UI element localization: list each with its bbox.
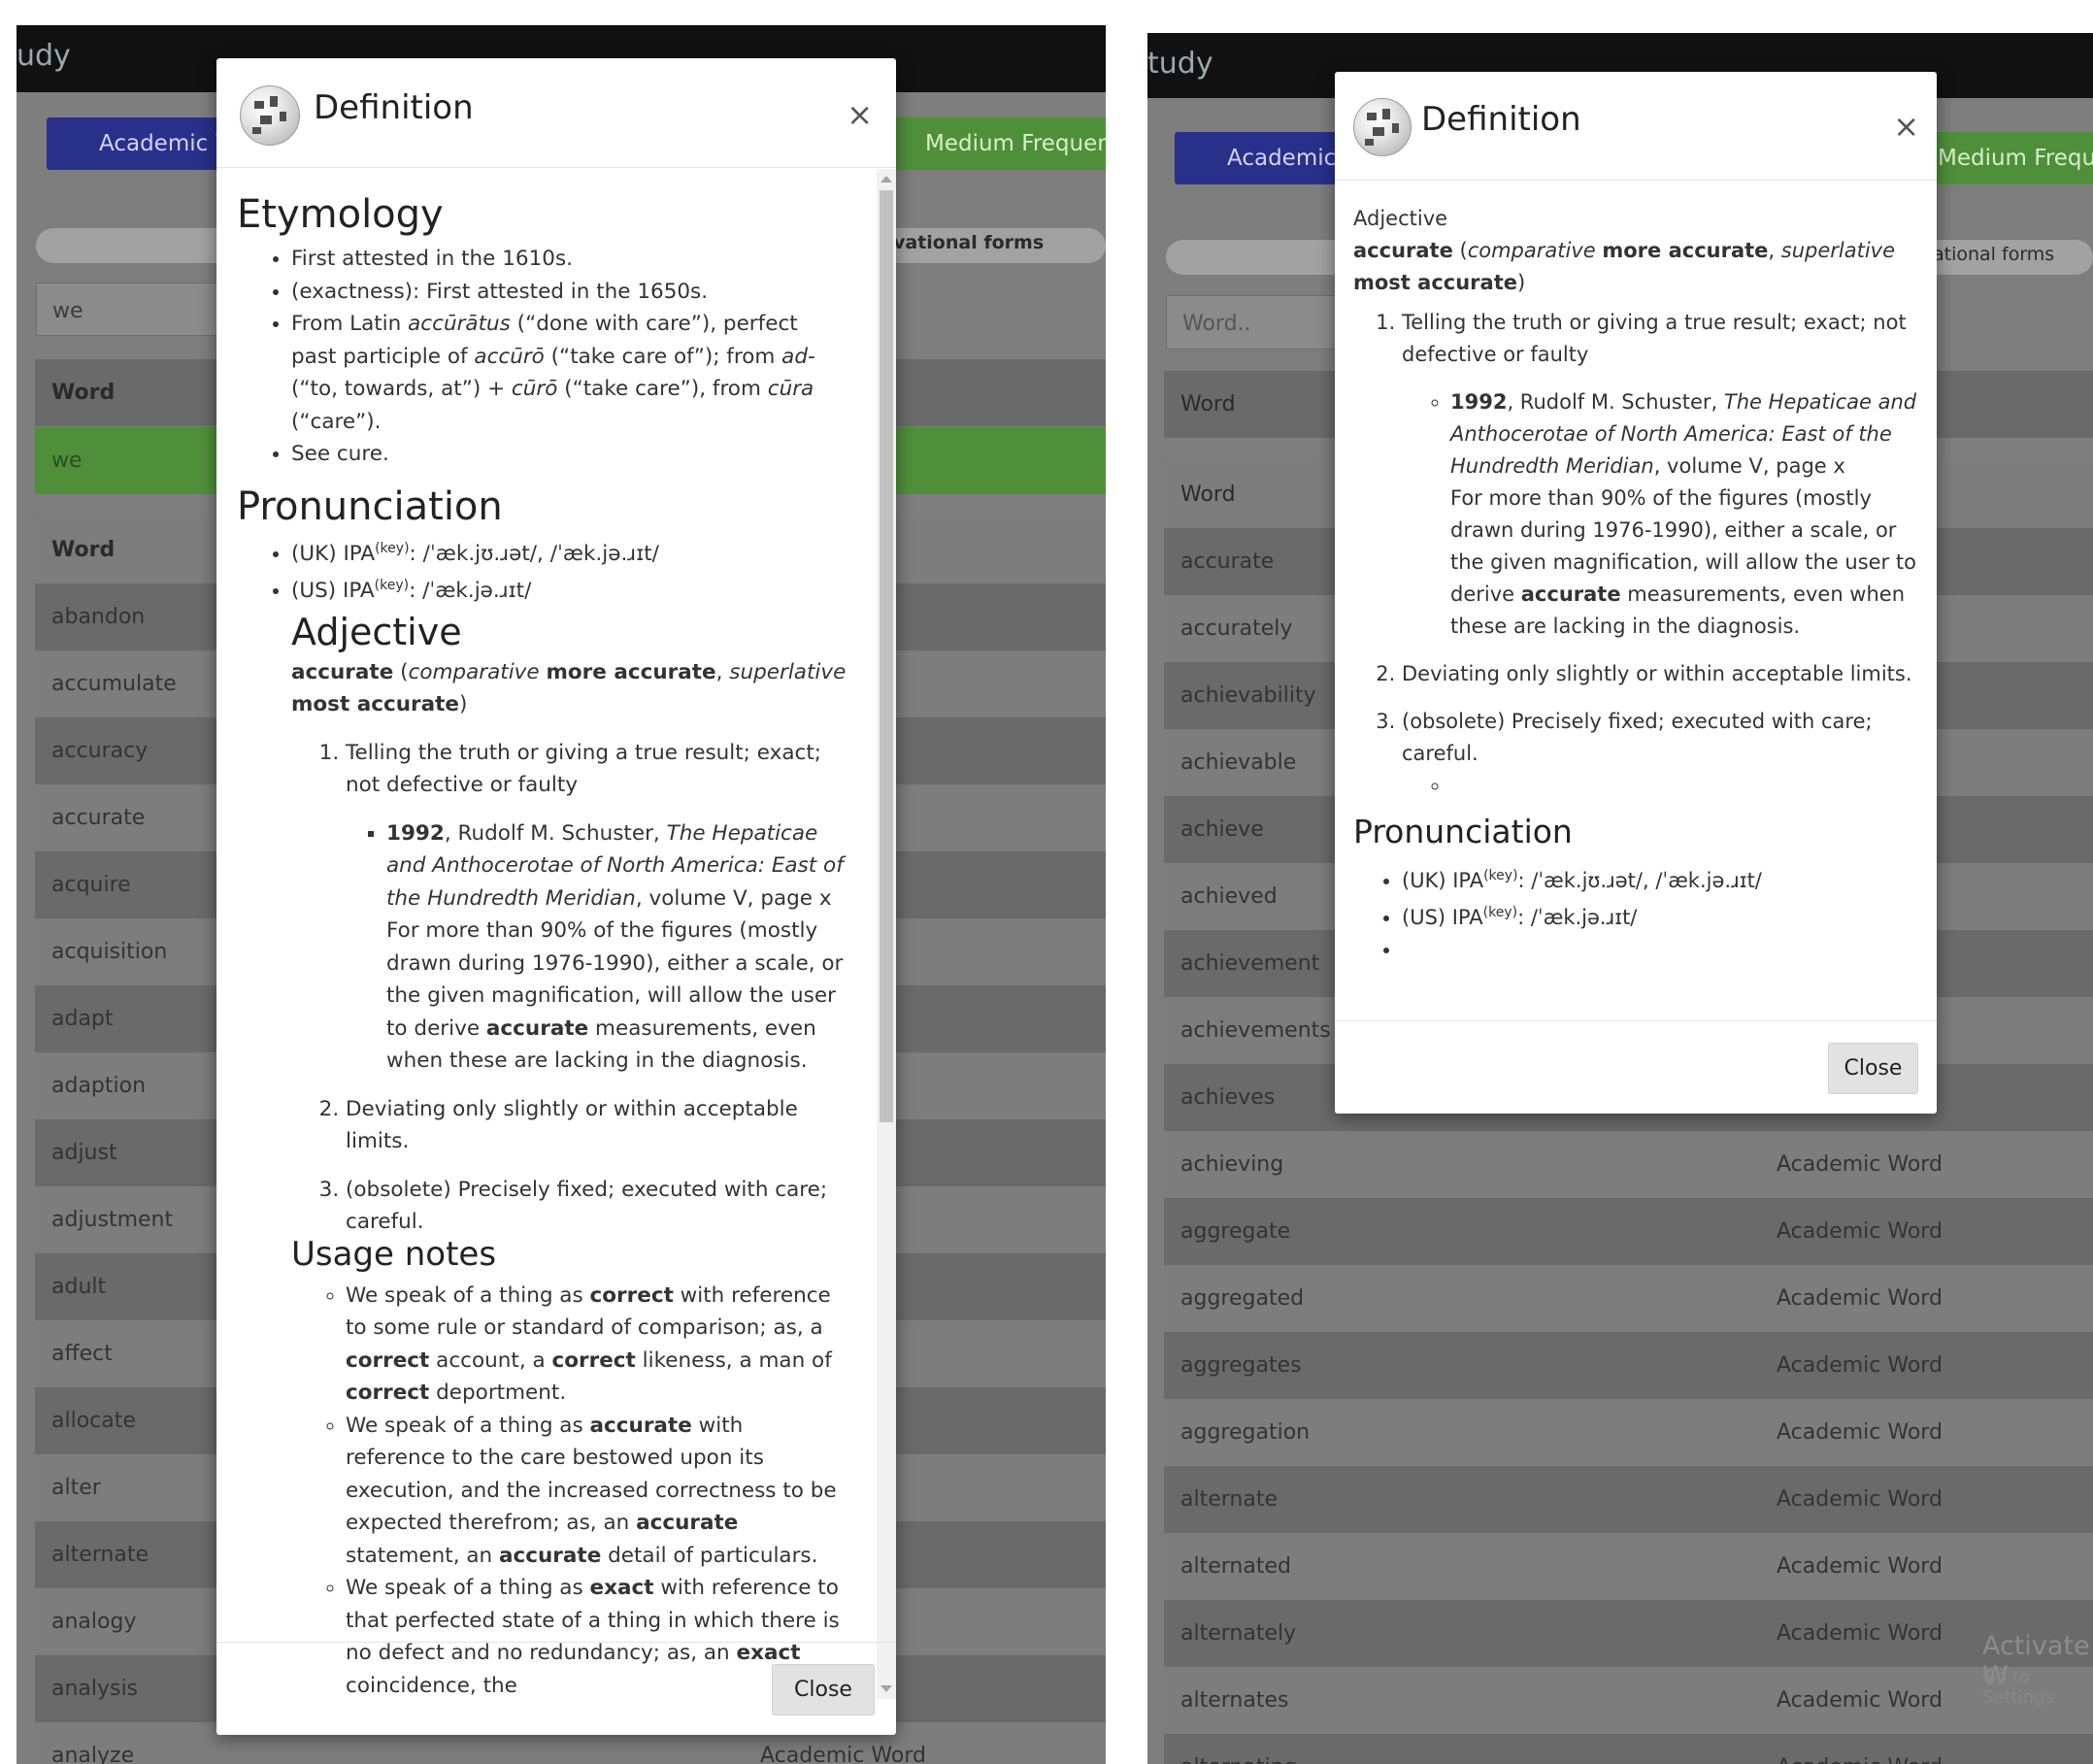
etymology-item: See cure. xyxy=(291,438,847,471)
pronunciation-us: (US) IPA(key): /ˈæk.jə.ɹɪt/ xyxy=(1402,897,1917,934)
modal-footer: Close xyxy=(216,1642,896,1735)
quotation-list: 1992, Rudolf M. Schuster, The Hepaticae … xyxy=(1402,386,1917,643)
pronunciation-uk: (UK) IPA(key): /ˈæk.jʊ.ɹət/, /ˈæk.jə.ɹɪt… xyxy=(1402,860,1917,897)
usage-note: We speak of a thing as accurate with ref… xyxy=(346,1410,847,1573)
close-button[interactable]: Close xyxy=(1828,1043,1918,1094)
inflection-forms: accurate (comparative more accurate, sup… xyxy=(1353,239,1896,294)
definition-modal-right: Definition × Adjective accurate (compara… xyxy=(1335,72,1937,1114)
pronunciation-us: (US) IPA(key): /ˈæk.jə.ɹɪt/ xyxy=(291,570,847,608)
close-icon[interactable]: × xyxy=(847,99,873,130)
adjective-heading: Adjective xyxy=(291,610,462,653)
left-selected-word: we xyxy=(51,449,83,473)
empty-sublist xyxy=(1402,770,1917,802)
sense-item: (obsolete) Precisely fixed; executed wit… xyxy=(1402,706,1917,802)
quotation-list: 1992, Rudolf M. Schuster, The Hepaticae … xyxy=(346,817,847,1078)
right-search-input[interactable]: Word.. xyxy=(1166,295,1341,349)
table-row[interactable]: aggregates Academic Word xyxy=(1164,1332,2093,1399)
table-row[interactable]: alternated Academic Word xyxy=(1164,1533,2093,1600)
right-result-header-label: Word xyxy=(1180,392,1236,416)
table-row[interactable]: alternate Academic Word xyxy=(1164,1466,2093,1533)
modal-body: Etymology First attested in the 1610s. (… xyxy=(216,169,896,1699)
table-row[interactable]: aggregated Academic Word xyxy=(1164,1265,2093,1332)
left-frequency-label: Medium Frequency xyxy=(925,131,1106,156)
left-search-value: we xyxy=(52,299,83,323)
modal-scrollbar[interactable] xyxy=(877,169,896,1699)
quotation-item: 1992, Rudolf M. Schuster, The Hepaticae … xyxy=(386,817,847,1078)
table-row[interactable]: achieving Academic Word xyxy=(1164,1131,2093,1198)
sense-item: Deviating only slightly or within accept… xyxy=(346,1093,847,1158)
ipa-key-link[interactable]: (key) xyxy=(375,578,409,593)
usage-note: We speak of a thing as correct with refe… xyxy=(346,1280,847,1410)
modal-header: Definition × xyxy=(1335,72,1937,181)
usage-notes-heading: Usage notes xyxy=(291,1234,497,1274)
modal-header: Definition × xyxy=(216,58,896,168)
right-derivational-label: ational forms xyxy=(1933,244,2055,265)
ipa-key-link[interactable]: (key) xyxy=(1483,868,1517,883)
left-result-header-label: Word xyxy=(51,381,116,405)
left-frequency-badge[interactable]: Medium Frequency xyxy=(880,117,1106,170)
etymology-heading: Etymology xyxy=(237,192,444,237)
table-row[interactable]: alternatingAcademic Word xyxy=(1164,1734,2093,1764)
etymology-item: First attested in the 1610s. xyxy=(291,243,847,276)
etymology-list: First attested in the 1610s. (exactness)… xyxy=(237,243,847,471)
right-frequency-badge[interactable]: Medium Frequenc xyxy=(1930,132,2093,184)
sense-item: Deviating only slightly or within accept… xyxy=(1402,658,1917,690)
pronunciation-list: (UK) IPA(key): /ˈæk.jʊ.ɹət/, /ˈæk.jə.ɹɪt… xyxy=(1353,860,1917,966)
etymology-item: From Latin accūrātus (“done with care”),… xyxy=(291,308,847,438)
close-icon[interactable]: × xyxy=(1893,111,1919,142)
modal-title: Definition xyxy=(1421,100,1581,139)
quotation-item: 1992, Rudolf M. Schuster, The Hepaticae … xyxy=(1450,386,1917,643)
sense-item: (obsolete) Precisely fixed; executed wit… xyxy=(346,1174,847,1239)
modal-title: Definition xyxy=(314,88,474,127)
empty-list-item xyxy=(1450,770,1917,802)
pronunciation-uk: (UK) IPA(key): /ˈæk.jʊ.ɹət/, /ˈæk.jə.ɹɪt… xyxy=(291,533,847,571)
sense-list: Telling the truth or giving a true resul… xyxy=(237,737,847,1239)
table-row[interactable]: aggregation Academic Word xyxy=(1164,1399,2093,1466)
close-button[interactable]: Close xyxy=(772,1664,875,1715)
part-of-speech: Adjective xyxy=(1353,207,1448,230)
modal-body: Adjective accurate (comparative more acc… xyxy=(1335,182,1937,1091)
pronunciation-list: (UK) IPA(key): /ˈæk.jʊ.ɹət/, /ˈæk.jə.ɹɪt… xyxy=(237,533,847,608)
scrollbar-thumb[interactable] xyxy=(880,190,893,1122)
inflection-forms: accurate (comparative more accurate, sup… xyxy=(291,659,847,717)
wikipedia-globe-icon xyxy=(1353,98,1412,156)
activate-watermark-sub: Go to Settings xyxy=(1982,1667,2054,1708)
pronunciation-heading: Pronunciation xyxy=(1353,813,1573,850)
usage-notes-list: We speak of a thing as correct with refe… xyxy=(237,1280,847,1699)
ipa-key-link[interactable]: (key) xyxy=(375,541,409,556)
sense-item: Telling the truth or giving a true resul… xyxy=(346,737,847,1078)
left-list-header-label: Word xyxy=(51,538,116,562)
left-app-title: udy xyxy=(17,39,71,73)
table-row[interactable]: aggregate Academic Word xyxy=(1164,1198,2093,1265)
right-search-placeholder: Word.. xyxy=(1182,312,1251,336)
empty-list-item xyxy=(1402,934,1917,966)
sense-list: Telling the truth or giving a true resul… xyxy=(1353,307,1917,802)
right-frequency-label: Medium Frequenc xyxy=(1938,146,2093,171)
scroll-up-icon[interactable] xyxy=(880,176,892,183)
definition-modal-left: Definition × Etymology First attested in… xyxy=(216,58,896,1735)
etymology-item: (exactness): First attested in the 1650s… xyxy=(291,276,847,309)
wikipedia-globe-icon xyxy=(240,85,300,146)
modal-footer: Close xyxy=(1335,1020,1937,1114)
table-row[interactable]: alternates Academic Word xyxy=(1164,1667,2093,1734)
table-row[interactable]: alternately Academic Word xyxy=(1164,1600,2093,1667)
ipa-key-link[interactable]: (key) xyxy=(1483,905,1517,920)
pronunciation-heading: Pronunciation xyxy=(237,483,503,529)
left-derivational-label: vational forms xyxy=(893,232,1045,253)
right-list-header-label: Word xyxy=(1180,483,1236,507)
sense-item: Telling the truth or giving a true resul… xyxy=(1402,307,1917,643)
right-app-title: tudy xyxy=(1147,47,1213,81)
